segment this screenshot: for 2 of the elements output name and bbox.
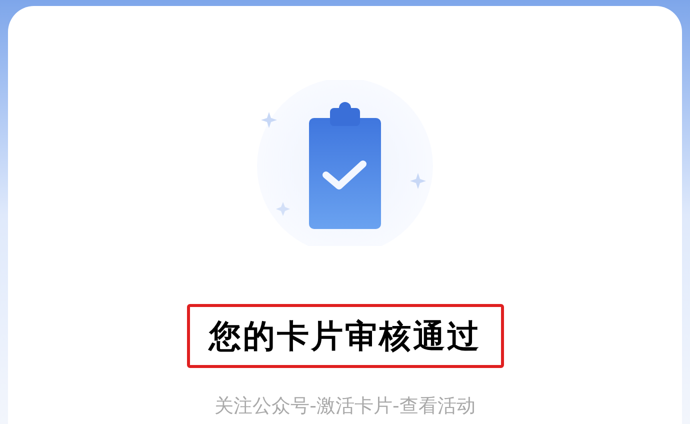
instruction-text: 关注公众号-激活卡片-查看活动 bbox=[214, 394, 476, 419]
status-title: 您的卡片审核通过 bbox=[209, 316, 481, 357]
